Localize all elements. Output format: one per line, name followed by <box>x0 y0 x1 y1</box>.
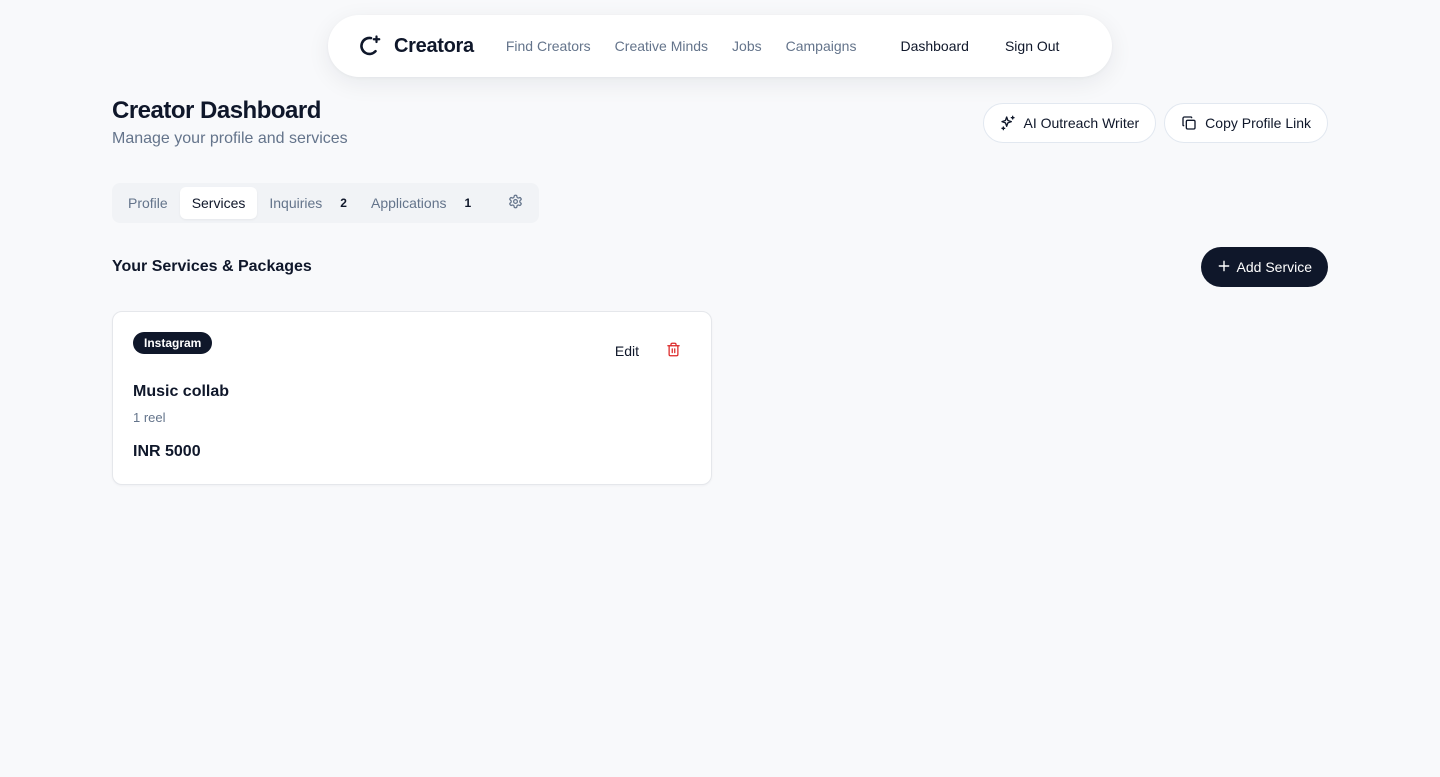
nav-link-creative-minds[interactable]: Creative Minds <box>615 38 708 54</box>
edit-service-button[interactable]: Edit <box>603 338 651 364</box>
ai-outreach-writer-button[interactable]: AI Outreach Writer <box>982 103 1157 143</box>
tab-label: Inquiries <box>269 195 323 211</box>
add-service-label: Add Service <box>1236 259 1312 275</box>
nav-link-campaigns[interactable]: Campaigns <box>786 38 857 54</box>
tab-applications[interactable]: Applications 1 <box>359 187 483 219</box>
tab-profile[interactable]: Profile <box>116 187 180 219</box>
nav-link-find-creators[interactable]: Find Creators <box>506 38 591 54</box>
copy-profile-link-label: Copy Profile Link <box>1205 115 1311 131</box>
nav-link-jobs[interactable]: Jobs <box>732 38 762 54</box>
platform-badge: Instagram <box>133 332 213 354</box>
service-price: INR 5000 <box>133 443 201 460</box>
tab-label: Applications <box>370 195 447 211</box>
nav-links: Find Creators Creative Minds Jobs Campai… <box>506 38 857 54</box>
header-actions: AI Outreach Writer Copy Profile Link <box>982 103 1328 143</box>
ai-outreach-writer-label: AI Outreach Writer <box>1023 115 1140 131</box>
tab-inquiries[interactable]: Inquiries 2 <box>257 187 359 219</box>
brand-logo-link[interactable]: Creatora <box>358 34 474 58</box>
trash-icon <box>666 342 681 360</box>
service-description: 1 reel <box>133 410 166 425</box>
creatora-logo-icon <box>358 34 382 58</box>
dashboard-tabs: Profile Services Inquiries 2 Application… <box>112 183 540 223</box>
gear-icon <box>508 194 523 212</box>
nav-account-links: Dashboard Sign Out <box>900 38 1059 54</box>
service-name: Music collab <box>133 383 230 400</box>
tab-label: Services <box>191 195 246 211</box>
plus-icon <box>1217 259 1231 276</box>
tab-services[interactable]: Services <box>179 187 258 219</box>
tab-settings[interactable] <box>495 187 535 219</box>
copy-icon <box>1181 115 1197 131</box>
tab-label: Profile <box>128 195 168 211</box>
add-service-button[interactable]: Add Service <box>1200 247 1328 287</box>
brand-name: Creatora <box>394 34 474 57</box>
services-section-title: Your Services & Packages <box>112 258 312 275</box>
service-card-actions: Edit <box>603 338 691 364</box>
applications-count-badge: 1 <box>464 196 472 210</box>
sparkles-icon <box>1000 115 1016 131</box>
service-card: Instagram Edit Music collab 1 reel INR 5… <box>112 311 712 485</box>
delete-service-button[interactable] <box>655 338 691 364</box>
sign-out-link[interactable]: Sign Out <box>1005 38 1059 54</box>
top-navbar: Creatora Find Creators Creative Minds Jo… <box>328 15 1112 77</box>
page-title: Creator Dashboard <box>112 97 321 124</box>
inquiries-count-badge: 2 <box>340 196 347 210</box>
page-subtitle: Manage your profile and services <box>112 130 348 147</box>
nav-link-dashboard[interactable]: Dashboard <box>900 38 969 54</box>
copy-profile-link-button[interactable]: Copy Profile Link <box>1164 103 1328 143</box>
